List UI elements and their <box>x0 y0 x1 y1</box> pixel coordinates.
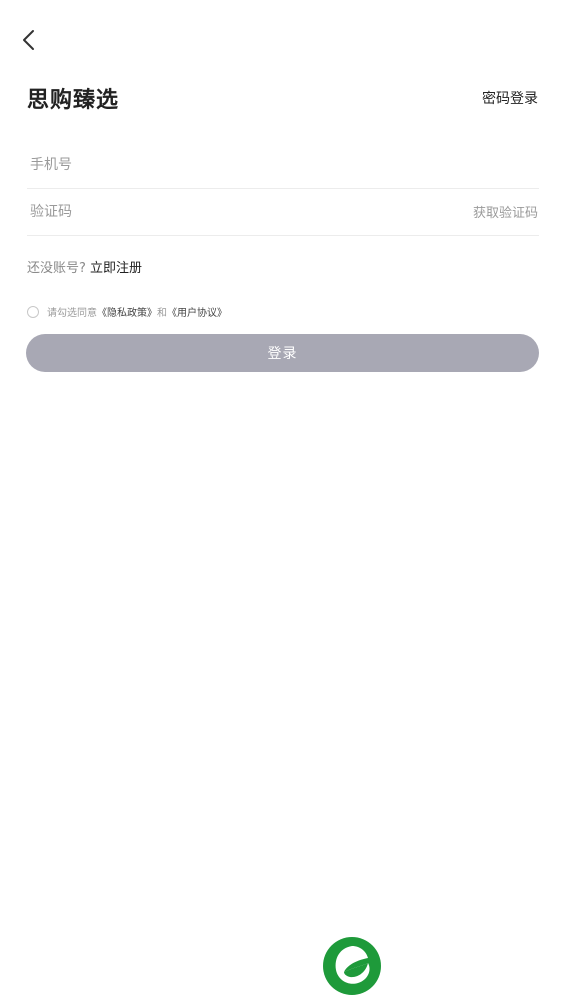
privacy-policy-link[interactable]: 《隐私政策》 <box>97 304 157 319</box>
user-agreement-link[interactable]: 《用户协议》 <box>167 304 227 319</box>
phone-field <box>27 141 539 189</box>
agreement-conjunction: 和 <box>157 308 167 319</box>
code-field: 获取验证码 <box>27 188 539 236</box>
verification-code-input[interactable] <box>27 188 473 235</box>
register-row: 还没账号? 立即注册 <box>27 257 142 276</box>
password-login-link[interactable]: 密码登录 <box>482 88 538 108</box>
get-code-button[interactable]: 获取验证码 <box>473 202 539 221</box>
agree-radio[interactable] <box>27 305 39 318</box>
phone-input[interactable] <box>27 141 539 188</box>
chevron-left-icon <box>21 29 35 55</box>
agreement-row: 请勾选同意 《隐私政策》 和 《用户协议》 <box>27 304 227 319</box>
login-button[interactable]: 登录 <box>26 334 539 372</box>
leaf-logo-icon <box>322 936 382 996</box>
register-prompt: 还没账号? <box>27 261 86 276</box>
register-link[interactable]: 立即注册 <box>90 261 142 276</box>
agreement-prefix: 请勾选同意 <box>47 308 97 319</box>
back-button[interactable] <box>12 26 44 58</box>
page-title: 思购臻选 <box>27 88 120 113</box>
